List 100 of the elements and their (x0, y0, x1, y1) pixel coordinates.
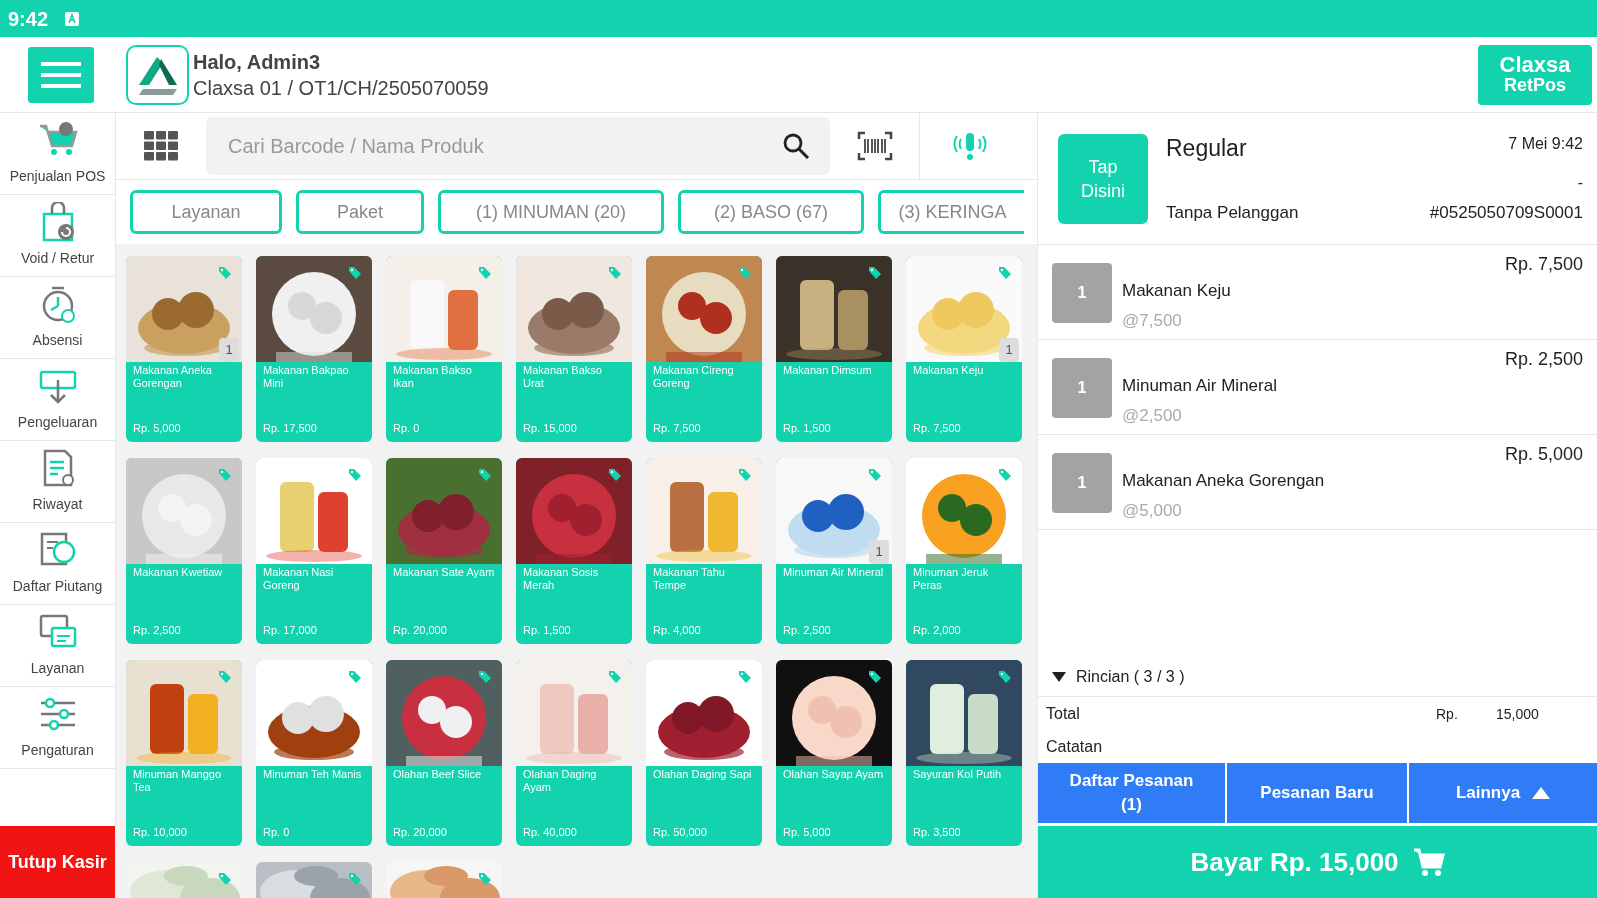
product-price: Rp. 2,000 (912, 622, 962, 638)
details-toggle[interactable]: Rincian ( 3 / 3 ) (1038, 657, 1597, 697)
category-tab[interactable]: Paket (296, 190, 424, 234)
keyboard-indicator-icon (64, 10, 81, 27)
tag-icon (868, 266, 882, 280)
unit-price: @7,500 (1122, 309, 1183, 332)
product-name: Makanan Kwetiaw (132, 565, 224, 579)
tag-icon (868, 670, 882, 684)
product-name: Makanan Bakso Ikan (392, 363, 473, 390)
quantity-box[interactable]: 1 (1052, 453, 1112, 513)
category-tab[interactable]: (1) MINUMAN (20) (438, 190, 664, 234)
category-tab[interactable]: (2) BASO (67) (678, 190, 864, 234)
product-name: Olahan Beef Slice (392, 767, 483, 781)
search-icon[interactable] (782, 132, 810, 160)
quantity-box[interactable]: 1 (1052, 263, 1112, 323)
product-card[interactable]: Minuman Teh Manis Rp. 0 (256, 660, 372, 846)
tag-icon (218, 468, 232, 482)
total-label: Total (1046, 704, 1081, 724)
product-card[interactable]: Makanan Nasi Goreng Rp. 17,000 (256, 458, 372, 644)
product-price: Rp. 5,000 (132, 420, 182, 436)
product-name: Minuman Jeruk Peras (912, 565, 990, 592)
product-name: Minuman Teh Manis (262, 767, 363, 781)
product-card[interactable]: Makanan Tahu Tempe Rp. 4,000 (646, 458, 762, 644)
product-price: Rp. 4,000 (652, 622, 702, 638)
product-card[interactable]: Makanan Dimsum Rp. 1,500 (776, 256, 892, 442)
product-name: Makanan Aneka Gorengan (132, 363, 213, 390)
product-name: Sayuran Kol Putih (912, 767, 1003, 781)
item-total: Rp. 5,000 (1504, 443, 1583, 466)
product-card[interactable]: Olahan Daging Sapi Rp. 50,000 (646, 660, 762, 846)
order-action-button[interactable]: Pesanan Baru (1227, 763, 1407, 823)
product-card[interactable]: Makanan Kwetiaw Rp. 2,500 (126, 458, 242, 644)
cart-row[interactable]: 1 Makanan Keju @7,500 Rp. 7,500 (1038, 245, 1597, 340)
product-name: Olahan Daging Ayam (522, 767, 598, 794)
product-card[interactable]: Olahan Beef Slice Rp. 20,000 (386, 660, 502, 846)
cart-row[interactable]: 1 Minuman Air Mineral @2,500 Rp. 2,500 (1038, 340, 1597, 435)
pay-button[interactable]: Bayar Rp. 15,000 (1038, 826, 1597, 898)
tag-icon (738, 468, 752, 482)
product-price: Rp. 0 (262, 824, 291, 840)
item-name: Minuman Air Mineral (1122, 375, 1277, 397)
product-card[interactable]: Olahan Sayap Ayam Rp. 5,000 (776, 660, 892, 846)
customer-name: Tanpa Pelanggan (1166, 201, 1300, 224)
product-card[interactable]: Minuman Manggo Tea Rp. 10,000 (126, 660, 242, 846)
close-cashier-button[interactable]: Tutup Kasir (0, 826, 115, 898)
product-card[interactable]: 1 Makanan Aneka Gorengan Rp. 5,000 (126, 256, 242, 442)
product-price: Rp. 1,500 (522, 622, 572, 638)
order-type: Regular (1166, 134, 1248, 164)
order-number: #0525050709S0001 (1429, 201, 1583, 224)
microphone-icon (953, 131, 987, 161)
product-card[interactable]: Makanan Bakso Urat Rp. 15,000 (516, 256, 632, 442)
tag-icon (608, 266, 622, 280)
tag-icon (218, 872, 232, 886)
order-action-button[interactable]: Lainnya (1409, 763, 1597, 823)
brand-button[interactable]: Claxsa RetPos (1478, 44, 1592, 105)
tag-icon (478, 468, 492, 482)
product-price: Rp. 0 (392, 420, 421, 436)
product-name: Minuman Manggo Tea (132, 767, 223, 794)
product-price: Rp. 17,000 (262, 622, 318, 638)
tag-icon (738, 670, 752, 684)
cart-row[interactable]: 1 Makanan Aneka Gorengan @5,000 Rp. 5,000 (1038, 435, 1597, 530)
product-price: Rp. 3,500 (912, 824, 962, 840)
order-action-button[interactable]: Daftar Pesanan (1) (1038, 763, 1225, 823)
dash-text: - (1576, 172, 1583, 193)
total-value: 15,000 (1496, 704, 1539, 724)
tag-icon (478, 670, 492, 684)
barcode-icon (856, 131, 893, 161)
product-name: Makanan Keju (912, 363, 985, 377)
tag-icon (478, 872, 492, 886)
tap-here-button[interactable]: Tap Disini (1058, 133, 1148, 224)
product-price: Rp. 5,000 (782, 824, 832, 840)
product-name: Makanan Cireng Goreng (652, 363, 735, 390)
product-card[interactable]: Makanan Sate Ayam Rp. 20,000 (386, 458, 502, 644)
tag-icon (998, 266, 1012, 280)
product-name: Olahan Sayap Ayam (782, 767, 885, 781)
product-card[interactable]: Makanan Bakso Ikan Rp. 0 (386, 256, 502, 442)
quantity-box[interactable]: 1 (1052, 358, 1112, 418)
unit-price: @5,000 (1122, 499, 1183, 522)
product-card[interactable]: Sayuran Kol Putih Rp. 3,500 (906, 660, 1022, 846)
product-price: Rp. 17,500 (262, 420, 318, 436)
product-card[interactable]: Makanan Sosis Merah Rp. 1,500 (516, 458, 632, 644)
product-card[interactable]: Minuman Jeruk Peras Rp. 2,000 (906, 458, 1022, 644)
product-card[interactable]: 1 Makanan Keju Rp. 7,500 (906, 256, 1022, 442)
tag-icon (218, 266, 232, 280)
currency-label: Rp. (1436, 704, 1459, 724)
product-card[interactable]: Makanan Cireng Goreng Rp. 7,500 (646, 256, 762, 442)
category-tab[interactable]: (3) KERINGA (878, 190, 1024, 234)
item-name: Makanan Keju (1122, 280, 1231, 302)
product-price: Rp. 7,500 (652, 420, 702, 436)
product-price: Rp. 15,000 (522, 420, 578, 436)
product-card[interactable]: 1 Minuman Air Mineral Rp. 2,500 (776, 458, 892, 644)
search-field[interactable]: Cari Barcode / Nama Produk (206, 117, 830, 175)
category-tab[interactable]: Layanan (130, 190, 282, 234)
product-price: Rp. 10,000 (132, 824, 188, 840)
item-total: Rp. 2,500 (1504, 348, 1583, 371)
order-date: 7 Mei 9:42 (1507, 133, 1583, 154)
cart-icon (1412, 847, 1445, 877)
product-card[interactable]: Makanan Bakpao Mini Rp. 17,500 (256, 256, 372, 442)
tag-icon (348, 670, 362, 684)
product-price: Rp. 40,000 (522, 824, 578, 840)
product-card[interactable]: Olahan Daging Ayam Rp. 40,000 (516, 660, 632, 846)
product-name: Makanan Sate Ayam (392, 565, 496, 579)
